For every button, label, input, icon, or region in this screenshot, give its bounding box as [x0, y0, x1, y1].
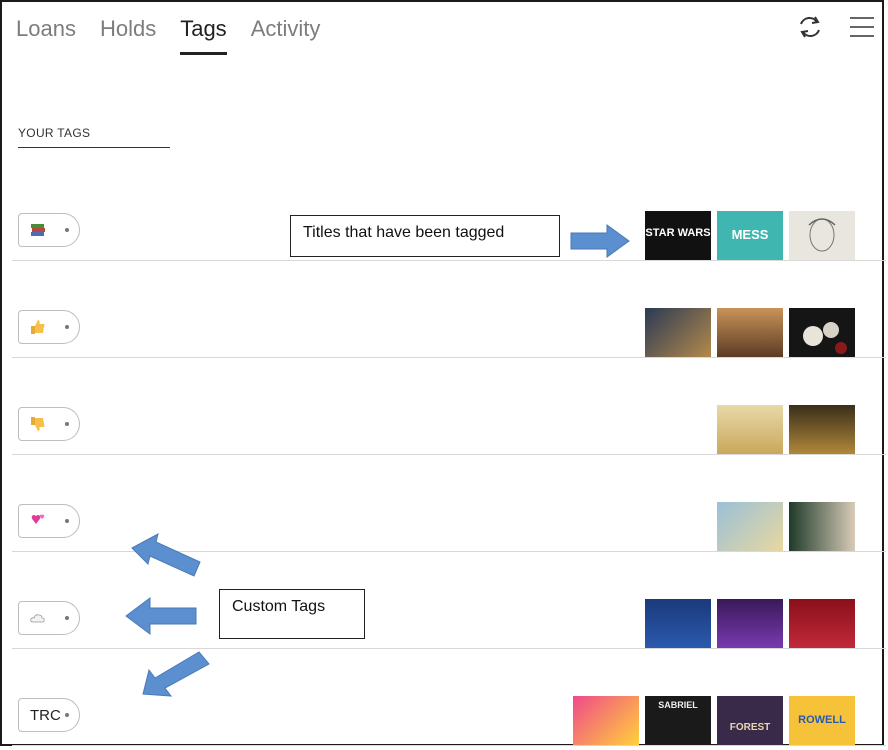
cover-title: MESS	[731, 227, 769, 242]
tag-books[interactable]	[18, 213, 80, 247]
app-frame: Loans Holds Tags Activity YOUR TAGS STAR…	[0, 0, 886, 746]
tag-menu-dot	[65, 616, 69, 620]
book-cover[interactable]: FOREST	[717, 696, 783, 746]
cover-title: ROWELL	[798, 714, 846, 726]
book-cover[interactable]	[789, 599, 855, 649]
tab-loans[interactable]: Loans	[16, 16, 76, 56]
book-cover[interactable]: ROWELL	[789, 696, 855, 746]
arrow-down-left-icon	[142, 651, 210, 697]
roses-icon	[803, 322, 847, 354]
cover-title: FOREST	[729, 722, 771, 733]
cloud-icon	[30, 614, 45, 623]
book-cover[interactable]	[717, 599, 783, 649]
portrait-sketch-icon	[808, 218, 836, 252]
book-cover[interactable]	[717, 502, 783, 552]
book-cover[interactable]: STAR WARS	[645, 211, 711, 261]
book-cover[interactable]: MESS	[717, 211, 783, 261]
books-icon	[31, 224, 45, 236]
row-divider	[12, 745, 886, 746]
tab-tags[interactable]: Tags	[180, 16, 228, 56]
book-cover[interactable]	[789, 308, 855, 358]
book-cover[interactable]	[573, 696, 639, 746]
book-cover[interactable]	[789, 502, 855, 552]
tag-cloud[interactable]	[18, 601, 80, 635]
tag-menu-dot	[65, 519, 69, 523]
tab-activity[interactable]: Activity	[251, 16, 321, 56]
book-cover[interactable]	[789, 211, 855, 261]
hearts-icon	[31, 514, 45, 524]
tab-holds[interactable]: Holds	[100, 16, 156, 56]
top-nav: Loans Holds Tags Activity	[16, 16, 320, 56]
refresh-icon[interactable]	[795, 12, 825, 42]
arrow-up-left-icon	[131, 533, 201, 577]
book-cover[interactable]	[645, 599, 711, 649]
tag-menu-dot	[65, 713, 69, 717]
thumbs-up-icon	[31, 320, 45, 334]
annotation-custom-tags-callout: Custom Tags	[219, 589, 365, 639]
tag-row	[2, 358, 886, 455]
arrow-right-icon	[570, 224, 630, 258]
book-cover[interactable]	[789, 405, 855, 455]
thumbs-down-icon	[31, 417, 45, 431]
hamburger-menu-icon[interactable]	[847, 12, 877, 42]
tag-row	[2, 261, 886, 358]
section-title: YOUR TAGS	[18, 126, 91, 140]
tag-menu-dot	[65, 228, 69, 232]
book-cover[interactable]	[645, 308, 711, 358]
tag-thumbs-up[interactable]	[18, 310, 80, 344]
tag-menu-dot	[65, 422, 69, 426]
book-cover[interactable]	[717, 405, 783, 455]
tag-trc[interactable]: TRC	[18, 698, 80, 732]
tag-hearts[interactable]	[18, 504, 80, 538]
tag-menu-dot	[65, 325, 69, 329]
cover-title: SABRIEL	[658, 700, 698, 710]
tag-label: TRC	[30, 707, 61, 724]
arrow-left-icon	[125, 597, 197, 635]
tag-thumbs-down[interactable]	[18, 407, 80, 441]
cover-title: STAR WARS	[645, 227, 711, 239]
tag-row: TRC SABRIEL FOREST ROWELL	[2, 649, 886, 746]
section-divider	[18, 147, 170, 148]
book-cover[interactable]: SABRIEL	[645, 696, 711, 746]
annotation-titles-callout: Titles that have been tagged	[290, 215, 560, 257]
book-cover[interactable]	[717, 308, 783, 358]
